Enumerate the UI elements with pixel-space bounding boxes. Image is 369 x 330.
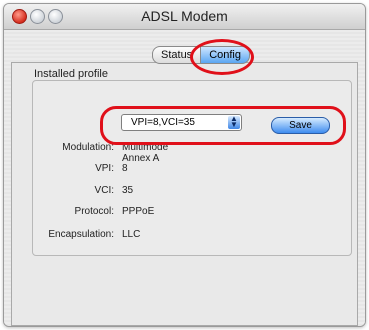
updown-arrows-icon: ▲ ▼ bbox=[228, 115, 240, 129]
save-button[interactable]: Save bbox=[271, 117, 330, 134]
field-value: Multimode Annex A bbox=[122, 142, 169, 164]
window-title: ADSL Modem bbox=[141, 8, 228, 24]
modem-window: ADSL Modem Status Config Installed profi… bbox=[3, 3, 366, 327]
field-value: 35 bbox=[122, 185, 134, 196]
field-value: PPPoE bbox=[122, 206, 155, 217]
window-content: Status Config Installed profile VPI=8,VC… bbox=[4, 30, 365, 326]
field-label: Modulation: bbox=[62, 142, 114, 153]
field-value: LLC bbox=[122, 229, 141, 240]
tab-status[interactable]: Status bbox=[152, 46, 202, 64]
profile-select[interactable]: VPI=8,VCI=35 ▲ ▼ bbox=[121, 114, 242, 131]
field-value: 8 bbox=[122, 163, 128, 174]
field-label: VPI: bbox=[95, 163, 114, 174]
profile-select-value: VPI=8,VCI=35 bbox=[131, 117, 195, 128]
tab-bar: Status Config bbox=[152, 46, 250, 64]
field-label: Protocol: bbox=[74, 206, 114, 217]
title-bar: ADSL Modem bbox=[4, 4, 365, 30]
field-label: Encapsulation: bbox=[48, 229, 114, 240]
tab-config[interactable]: Config bbox=[201, 46, 250, 64]
group-title: Installed profile bbox=[34, 68, 108, 80]
field-label: VCI: bbox=[94, 185, 114, 196]
